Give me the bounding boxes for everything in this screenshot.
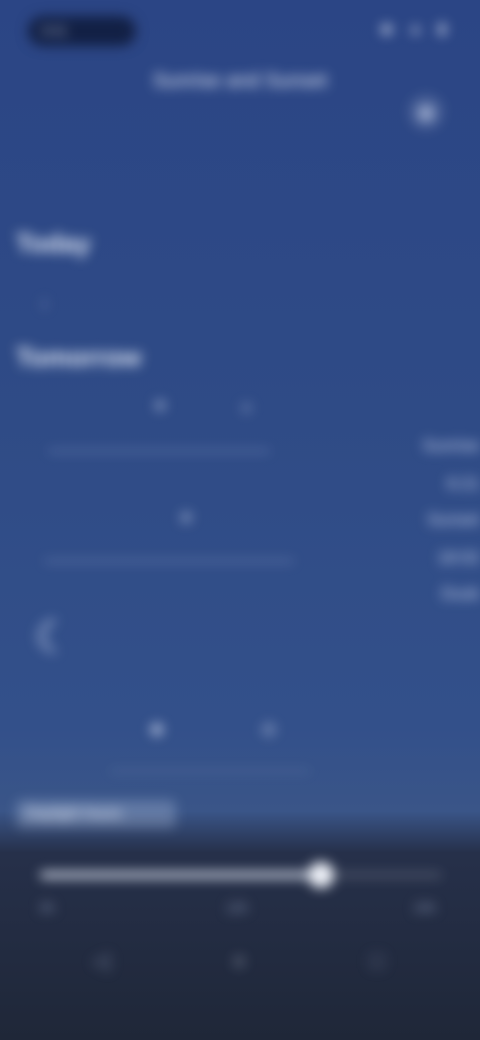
slider-label-mid: 12h bbox=[226, 900, 248, 915]
panel-title: Daylight hours bbox=[16, 800, 176, 828]
time-pill: 9:41 bbox=[28, 16, 136, 46]
sunset-icon: ☀ bbox=[178, 508, 195, 528]
moon-icon: ☾ bbox=[34, 613, 74, 662]
date-separator-icon: ↓ bbox=[40, 292, 49, 312]
timeline-line-3 bbox=[110, 770, 310, 772]
date-to[interactable]: Tomorrow bbox=[16, 342, 141, 373]
slider-label-min: 0h bbox=[40, 900, 55, 915]
slider-thumb[interactable] bbox=[308, 862, 335, 888]
page-title: Sunrise and Sunset bbox=[152, 70, 328, 92]
status-bar: 9:41 ◉ ▲ ▮ bbox=[0, 10, 480, 50]
label-dusk: Dusk bbox=[441, 584, 480, 603]
sunrise-icon: ☀ bbox=[152, 396, 169, 416]
date-from[interactable]: Today bbox=[16, 228, 91, 259]
daylight-slider[interactable] bbox=[40, 872, 442, 878]
calendar-icon[interactable]: ▦ bbox=[408, 94, 444, 130]
timeline-line-2 bbox=[44, 560, 294, 562]
slider-fill bbox=[40, 872, 322, 878]
status-time: 9:41 bbox=[42, 23, 68, 38]
star-icon: ✧ bbox=[258, 715, 280, 745]
home-icon[interactable]: ○ bbox=[214, 936, 264, 986]
recents-icon[interactable]: □ bbox=[352, 936, 402, 986]
navigation-bar: ◁ ○ □ bbox=[0, 936, 480, 986]
panel-title-text: Daylight hours bbox=[26, 805, 122, 822]
label-sunrise-time: 6:21 bbox=[446, 474, 480, 493]
label-sunset: Sunset bbox=[427, 510, 480, 529]
back-icon[interactable]: ◁ bbox=[76, 936, 126, 986]
timeline-line-1 bbox=[48, 450, 270, 452]
slider-label-max: 24h bbox=[414, 900, 436, 915]
label-sunset-time: 18:02 bbox=[437, 548, 480, 567]
label-sunrise: Sunrise bbox=[422, 436, 480, 455]
sun-icon: ☼ bbox=[238, 396, 255, 416]
status-icons: ◉ ▲ ▮ bbox=[380, 20, 452, 36]
star-icon: ✦ bbox=[146, 715, 168, 745]
